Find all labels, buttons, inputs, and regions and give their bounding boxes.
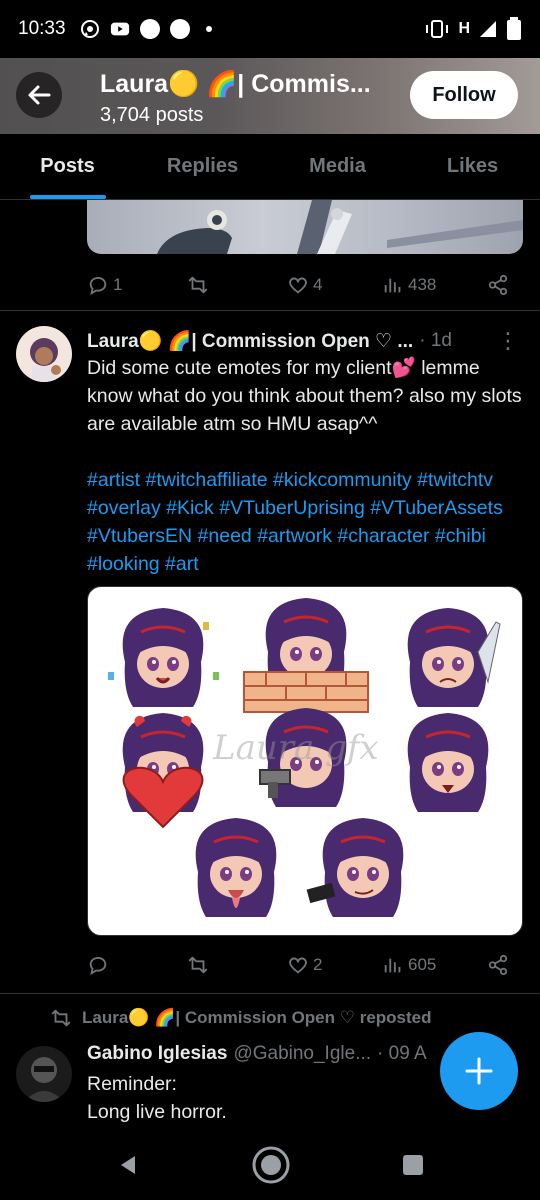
recents-nav-icon[interactable] [401, 1153, 425, 1177]
tweet-time: · 1d [419, 330, 452, 351]
reply-button[interactable] [87, 954, 187, 976]
home-nav-icon[interactable] [251, 1145, 291, 1185]
whatsapp-icon [80, 20, 99, 38]
figure-illustration [157, 200, 523, 254]
repost-icon [188, 956, 208, 974]
status-time: 10:33 [18, 18, 66, 39]
views-button[interactable]: 438 [382, 274, 487, 296]
youtube-icon [110, 22, 129, 36]
follow-button[interactable]: Follow [410, 71, 518, 119]
profile-header: Laura🟡 🌈| Commis... 3,704 posts Follow [0, 58, 540, 134]
circle-icon [139, 19, 160, 39]
watermark-text: Laura gfx [212, 728, 379, 768]
tweet-text-line: Long live horror. [87, 1101, 227, 1123]
avatar-image [16, 1046, 72, 1102]
repost-button[interactable] [187, 954, 287, 976]
system-nav-bar [0, 1130, 540, 1200]
tab-media[interactable]: Media [270, 134, 405, 199]
like-count: 4 [313, 275, 323, 294]
tweet-media-image[interactable]: Laura gfx [87, 586, 523, 936]
view-count: 605 [408, 955, 437, 974]
views-button[interactable]: 605 [382, 954, 487, 976]
analytics-icon [384, 278, 401, 293]
dot-icon [205, 26, 212, 32]
author-name[interactable]: Gabino Iglesias [87, 1043, 227, 1065]
repost-label[interactable]: Laura🟡 🌈| Commission Open ♡ reposted [82, 1008, 432, 1028]
heart-icon [289, 957, 307, 974]
emotes-illustration: Laura gfx [108, 596, 501, 919]
tweet-text-line: Reminder: [87, 1073, 177, 1095]
compose-button[interactable] [440, 1032, 518, 1110]
reply-button[interactable]: 1 [87, 274, 187, 296]
view-count: 438 [408, 275, 437, 294]
vibrate-icon [426, 20, 449, 38]
divider [0, 310, 540, 311]
back-button[interactable] [16, 72, 62, 118]
share-button[interactable] [487, 274, 509, 296]
reply-count: 1 [113, 275, 123, 294]
share-button[interactable] [487, 954, 509, 976]
signal-icon [480, 21, 496, 37]
tweet-header: Gabino Iglesias @Gabino_Igle... · 09 A [87, 1043, 427, 1065]
like-button[interactable]: 4 [287, 274, 382, 296]
heart-icon [289, 277, 307, 294]
tab-posts[interactable]: Posts [0, 134, 135, 199]
author-name[interactable]: Laura🟡 🌈| Commission Open ♡ ... [87, 329, 413, 353]
repost-button[interactable] [187, 274, 287, 296]
circle-icon [169, 19, 190, 39]
repost-icon [188, 276, 208, 294]
reply-icon [89, 956, 107, 976]
author-handle: @Gabino_Igle... [233, 1043, 372, 1064]
more-options-icon[interactable]: ⋮ [497, 328, 519, 354]
tab-likes[interactable]: Likes [405, 134, 540, 199]
profile-name: Laura🟡 🌈| Commis... [100, 70, 371, 98]
previous-post-image[interactable] [87, 200, 523, 254]
reply-icon [89, 276, 107, 296]
repost-icon [51, 1009, 71, 1027]
tweet-time: · 09 A [377, 1043, 427, 1064]
avatar[interactable] [16, 326, 72, 382]
tweet-hashtags[interactable]: #artist #twitchaffiliate #kickcommunity … [87, 466, 527, 578]
avatar-image [16, 326, 72, 382]
previous-post-actions: 1 4 438 [87, 270, 517, 300]
tweet-text: Reminder: Long live horror. [87, 1070, 227, 1126]
arrow-left-icon [28, 85, 51, 105]
tweet-actions: 2 605 [87, 950, 517, 980]
profile-tabs: Posts Replies Media Likes [0, 134, 540, 200]
share-icon [488, 274, 508, 296]
analytics-icon [384, 958, 401, 973]
share-icon [488, 954, 508, 976]
repost-indicator: Laura🟡 🌈| Commission Open ♡ reposted [50, 1007, 432, 1029]
divider [0, 993, 540, 994]
tweet-text: Did some cute emotes for my client💕 lemm… [87, 357, 522, 435]
like-button[interactable]: 2 [287, 954, 382, 976]
like-count: 2 [313, 955, 323, 974]
avatar[interactable] [16, 1046, 72, 1102]
tab-replies[interactable]: Replies [135, 134, 270, 199]
network-type: H [458, 20, 470, 37]
status-bar: 10:33 H [0, 0, 540, 58]
battery-icon [507, 17, 521, 40]
plus-icon [465, 1057, 493, 1085]
back-nav-icon[interactable] [115, 1152, 141, 1178]
tweet-header: Laura🟡 🌈| Commission Open ♡ ... · 1d ⋮ [87, 328, 527, 354]
posts-count: 3,704 posts [100, 104, 204, 126]
